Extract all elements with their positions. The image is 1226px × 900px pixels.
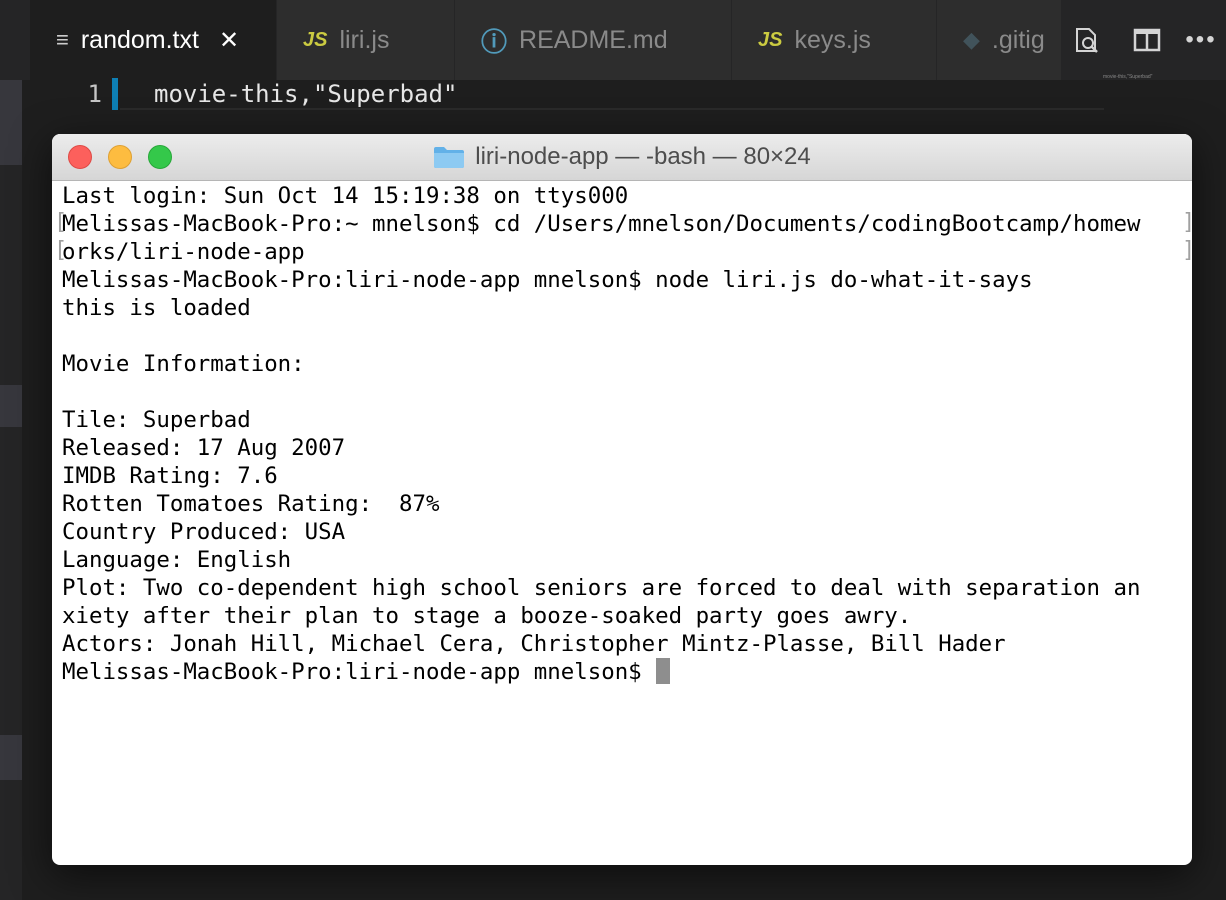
js-file-icon: JS bbox=[303, 28, 328, 51]
tab-gitignore[interactable]: ◆ .gitig bbox=[937, 0, 1062, 80]
terminal-window[interactable]: liri-node-app — -bash — 80×24 Last login… bbox=[52, 134, 1192, 865]
more-actions-icon[interactable]: ••• bbox=[1176, 13, 1226, 67]
terminal-line: Melissas-MacBook-Pro:liri-node-app mnels… bbox=[62, 267, 1033, 293]
tab-readme-md[interactable]: ⓘ README.md bbox=[455, 0, 732, 80]
mark-bracket-icon: [ bbox=[54, 210, 68, 235]
terminal-cursor bbox=[655, 658, 670, 684]
editor-tab-bar: ≡ random.txt ✕ JS liri.js ⓘ README.md JS… bbox=[0, 0, 1226, 80]
tab-random-txt[interactable]: ≡ random.txt ✕ bbox=[30, 0, 277, 80]
terminal-prompt: Melissas-MacBook-Pro:liri-node-app mnels… bbox=[62, 659, 642, 685]
modified-line-marker bbox=[112, 78, 118, 110]
terminal-line: Released: 17 Aug 2007 bbox=[62, 435, 346, 461]
current-line-highlight bbox=[120, 108, 1104, 110]
code-line[interactable]: movie-this,"Superbad" bbox=[154, 80, 457, 108]
mark-bracket-icon: ] bbox=[1182, 238, 1192, 263]
tab-label: .gitig bbox=[991, 25, 1045, 54]
terminal-title-text: liri-node-app — -bash — 80×24 bbox=[475, 143, 811, 170]
terminal-titlebar[interactable]: liri-node-app — -bash — 80×24 bbox=[52, 134, 1192, 181]
terminal-prompt-line[interactable]: Melissas-MacBook-Pro:liri-node-app mnels… bbox=[62, 658, 1192, 686]
activity-item[interactable] bbox=[0, 385, 22, 427]
terminal-line: Tile: Superbad bbox=[62, 407, 251, 433]
terminal-line: Last login: Sun Oct 14 15:19:38 on ttys0… bbox=[62, 183, 629, 209]
terminal-title: liri-node-app — -bash — 80×24 bbox=[52, 134, 1192, 180]
activity-item[interactable] bbox=[0, 80, 22, 165]
mark-bracket-icon: ] bbox=[1182, 210, 1192, 235]
close-icon[interactable]: ✕ bbox=[219, 26, 239, 55]
terminal-line: Movie Information: bbox=[62, 351, 305, 377]
mark-bracket-icon: [ bbox=[54, 238, 68, 263]
tab-label: random.txt bbox=[80, 25, 199, 54]
tab-keys-js[interactable]: JS keys.js bbox=[732, 0, 937, 80]
terminal-line: Rotten Tomatoes Rating: 87% bbox=[62, 491, 440, 517]
lines-icon: ≡ bbox=[56, 27, 69, 52]
js-file-icon: JS bbox=[758, 28, 783, 51]
tab-label: liri.js bbox=[339, 25, 390, 54]
terminal-line: Country Produced: USA bbox=[62, 519, 346, 545]
info-icon: ⓘ bbox=[481, 26, 508, 57]
open-preview-icon[interactable] bbox=[1062, 13, 1112, 67]
git-icon: ◆ bbox=[963, 27, 980, 52]
tab-label: README.md bbox=[519, 25, 668, 54]
terminal-line: orks/liri-node-app bbox=[62, 239, 305, 265]
activity-bar bbox=[0, 80, 22, 900]
terminal-output[interactable]: Last login: Sun Oct 14 15:19:38 on ttys0… bbox=[62, 182, 1192, 865]
terminal-line: Melissas-MacBook-Pro:~ mnelson$ cd /User… bbox=[62, 211, 1141, 237]
terminal-line: xiety after their plan to stage a booze-… bbox=[62, 603, 912, 629]
tab-label: keys.js bbox=[794, 25, 871, 54]
activity-item[interactable] bbox=[0, 735, 22, 780]
terminal-line: Actors: Jonah Hill, Michael Cera, Christ… bbox=[62, 631, 1006, 657]
folder-icon bbox=[434, 147, 465, 168]
terminal-line: Language: English bbox=[62, 547, 292, 573]
terminal-line: this is loaded bbox=[62, 295, 251, 321]
split-editor-icon[interactable] bbox=[1122, 13, 1172, 67]
terminal-line: IMDB Rating: 7.6 bbox=[62, 463, 278, 489]
terminal-line: Plot: Two co-dependent high school senio… bbox=[62, 575, 1141, 601]
line-number: 1 bbox=[87, 80, 102, 108]
minimap[interactable]: movie-this,"Superbad" bbox=[1103, 74, 1152, 80]
editor-actions: ••• bbox=[1062, 0, 1226, 80]
tab-liri-js[interactable]: JS liri.js bbox=[277, 0, 455, 80]
